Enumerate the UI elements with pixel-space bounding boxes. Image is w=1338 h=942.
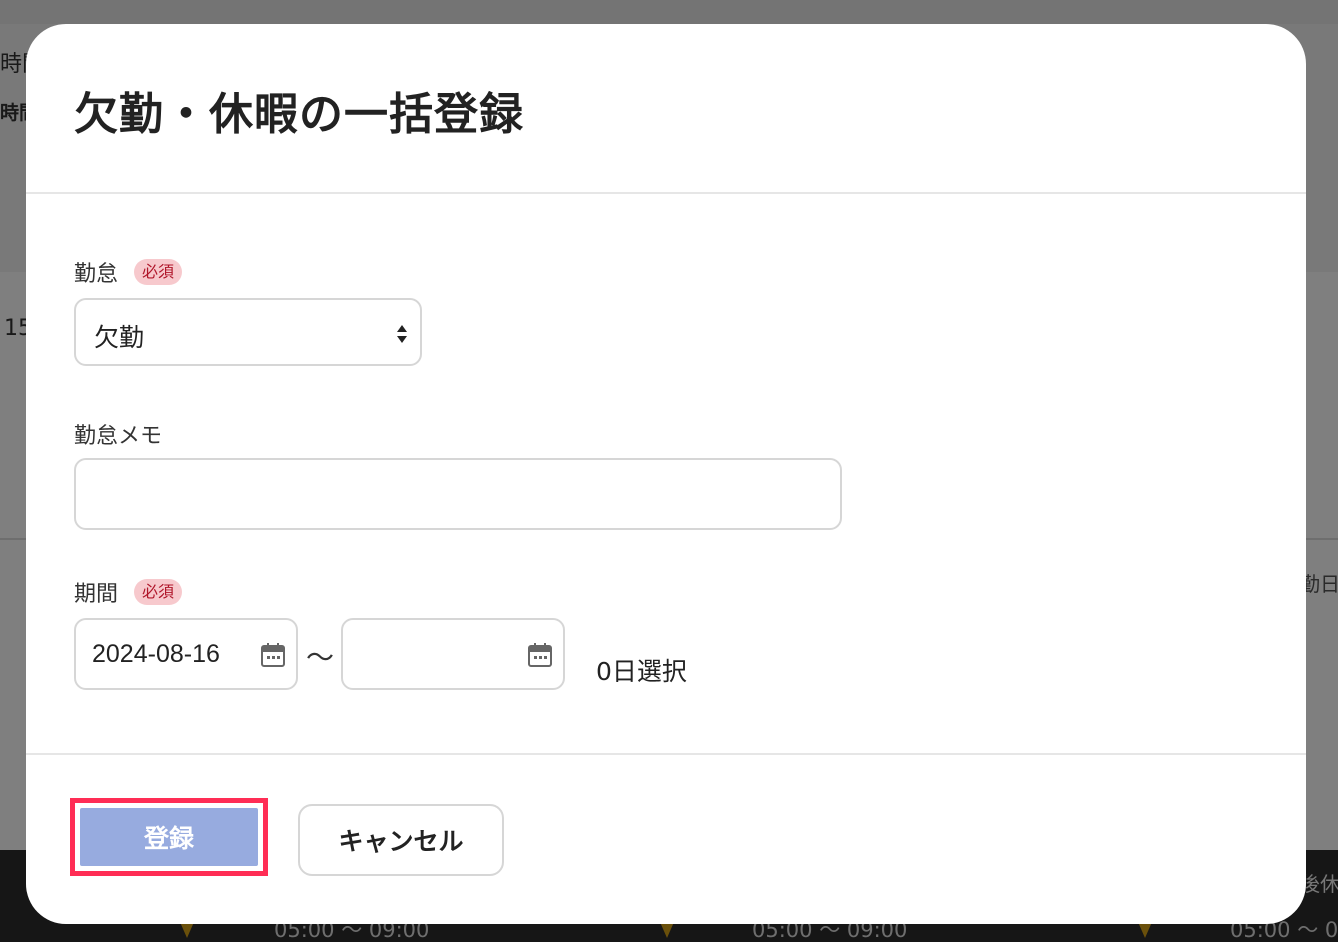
- required-badge: 必須: [134, 259, 183, 285]
- modal-footer-divider: [26, 753, 1306, 755]
- bulk-absence-modal: 欠勤・休暇の一括登録 勤怠 必須 欠勤 勤怠メモ 期間 必須 2024-08-1…: [26, 24, 1306, 924]
- period-end-date-input[interactable]: [341, 618, 565, 690]
- attendance-type-selected-value: 欠勤: [94, 323, 145, 352]
- sort-arrows-icon: [397, 325, 407, 343]
- register-button[interactable]: 登録: [80, 808, 258, 866]
- attendance-memo-input[interactable]: [74, 458, 842, 530]
- modal-title: 欠勤・休暇の一括登録: [74, 89, 524, 140]
- memo-label-text: 勤怠メモ: [74, 424, 163, 449]
- period-separator: 〜: [306, 641, 335, 674]
- attendance-type-select[interactable]: 欠勤: [74, 298, 422, 366]
- period-field-label: 期間 必須: [74, 576, 183, 608]
- modal-header: 欠勤・休暇の一括登録: [26, 24, 1306, 194]
- period-start-date-value: 2024-08-16: [92, 640, 220, 668]
- calendar-icon[interactable]: [260, 642, 286, 668]
- period-label-text: 期間: [74, 582, 119, 607]
- calendar-icon[interactable]: [527, 642, 553, 668]
- required-badge: 必須: [134, 579, 183, 605]
- cancel-button[interactable]: キャンセル: [298, 804, 504, 876]
- period-start-date-input[interactable]: 2024-08-16: [74, 618, 298, 690]
- attendance-field-label: 勤怠 必須: [74, 256, 183, 288]
- attendance-label-text: 勤怠: [74, 262, 119, 287]
- memo-field-label: 勤怠メモ: [74, 418, 162, 450]
- selected-day-count: 0日選択: [596, 657, 687, 686]
